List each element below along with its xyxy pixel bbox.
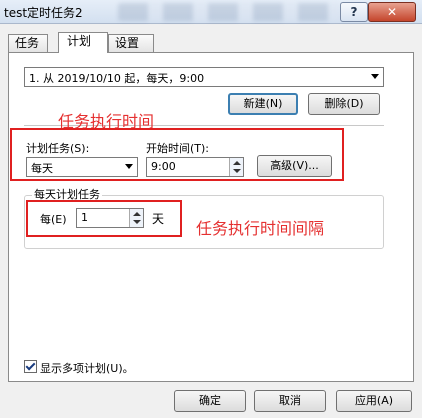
apply-button[interactable]: 应用(A) <box>336 390 412 412</box>
ok-button[interactable]: 确定 <box>174 390 246 412</box>
new-schedule-button[interactable]: 新建(N) <box>228 93 298 115</box>
chevron-down-icon <box>125 164 133 169</box>
chevron-down-icon <box>371 74 379 79</box>
task-frequency-label: 计划任务(S): <box>26 142 90 155</box>
checkmark-icon <box>25 360 36 371</box>
task-frequency-value: 每天 <box>31 162 53 175</box>
schedule-select-value: 1. 从 2019/10/10 起，每天，9:00 <box>29 72 205 85</box>
advanced-button[interactable]: 高级(V)... <box>257 155 332 177</box>
blurred-background <box>118 3 340 21</box>
help-button[interactable]: ? <box>340 2 368 22</box>
start-time-value: 9:00 <box>151 160 176 173</box>
interval-input[interactable]: 1 <box>76 208 144 228</box>
tab-schedule[interactable]: 计划 <box>58 32 108 53</box>
task-frequency-select[interactable]: 每天 <box>26 157 138 177</box>
interval-value: 1 <box>81 211 88 224</box>
start-time-label: 开始时间(T): <box>146 142 210 155</box>
days-unit-label: 天 <box>152 212 165 226</box>
show-multiple-checkbox[interactable] <box>24 360 37 373</box>
spin-arrows-icon[interactable] <box>229 158 243 176</box>
start-time-input[interactable]: 9:00 <box>146 157 244 177</box>
window-title: test定时任务2 <box>4 6 83 20</box>
tab-task[interactable]: 任务 <box>8 34 48 52</box>
show-multiple-label: 显示多项计划(U)。 <box>40 362 134 375</box>
close-button[interactable]: ✕ <box>368 2 416 22</box>
spin-arrows-icon[interactable] <box>129 209 143 227</box>
close-icon: ✕ <box>386 5 398 19</box>
schedule-select[interactable]: 1. 从 2019/10/10 起，每天，9:00 <box>24 67 384 87</box>
annotation-interval: 任务执行时间间隔 <box>196 219 325 238</box>
delete-schedule-button[interactable]: 删除(D) <box>308 93 380 115</box>
cancel-button[interactable]: 取消 <box>254 390 326 412</box>
help-icon: ? <box>350 5 358 19</box>
title-bar: test定时任务2 ? ✕ <box>0 0 422 24</box>
every-label: 每(E) <box>40 213 67 226</box>
tab-settings[interactable]: 设置 <box>108 34 154 52</box>
